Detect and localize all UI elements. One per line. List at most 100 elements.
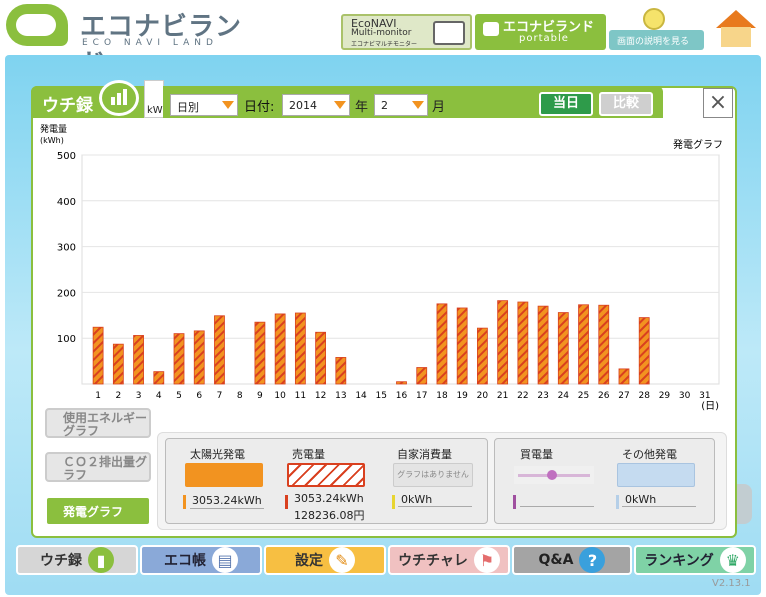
econavi-subtitle: Multi-monitor [351,28,412,38]
y-tick-label: 300 [57,243,76,254]
power-generation-chart: 1 2 3 4 5 6 7 8 9 10 11 12 13 14 15 16 17 18 19 20 21 22 23 24 2… [40,123,723,412]
x-tick-label: 5 [176,391,182,401]
nav-settings-label: 設定 [295,553,323,569]
solar-label: 太陽光発電 [190,448,245,461]
sold-value: 3053.24kWh [294,492,364,505]
nav-qa[interactable]: Q&A? [512,545,632,575]
chart-tab-icon [99,80,139,116]
x-tick-label: 4 [156,391,162,401]
other-generation-swatch [617,463,695,487]
solar-value: 3053.24kWh [192,494,262,507]
solar-marker [183,495,186,509]
co2-graph-button[interactable]: ＣＯ２排出量グラフ [45,452,151,482]
logo-icon [6,4,68,46]
compare-button[interactable]: 比較 [599,92,653,116]
x-tick-label: 9 [257,391,263,401]
nav-uchichare[interactable]: ウチチャレ ⚑ [388,545,510,575]
nav-uchiroku-label: ウチ録 [40,553,82,569]
compare-button-label: 比較 [612,96,639,111]
self-consumption-placeholder: グラフはありません [393,463,473,487]
x-tick-label: 12 [315,391,326,401]
mascot-icon [643,8,665,30]
buy-marker [513,495,516,509]
y-axis-unit: (kWh) [40,136,64,145]
bar [153,371,165,385]
close-icon: × [708,90,728,115]
nav-ecocho[interactable]: エコ帳 ▤ [140,545,262,575]
bar [193,330,205,385]
bar [294,312,306,385]
bar [638,317,650,385]
x-tick-label: 19 [456,391,468,401]
bar [335,357,347,385]
unit-tab-label: kW [147,105,163,116]
bar [578,304,589,385]
x-tick-label: 15 [376,391,387,401]
x-tick-label: 21 [497,391,508,401]
chevron-down-icon [222,101,234,109]
x-tick-label: 26 [598,391,610,401]
bar [416,367,428,385]
bar [133,335,144,385]
year-select[interactable]: 2014 [282,94,350,116]
bar [436,303,448,385]
bar [254,321,266,385]
x-tick-label: 8 [237,391,243,401]
x-tick-label: 13 [335,391,346,401]
self-consumption-marker [392,495,395,509]
econavi-multimonitor-button[interactable]: EcoNAVI Multi-monitor エコナビマルチモニター [341,14,472,50]
version-label: V2.13.1 [712,578,751,589]
solar-underline [190,508,264,509]
x-tick-label: 7 [217,391,223,401]
x-tick-label: 14 [355,391,367,401]
x-tick-label: 10 [274,391,286,401]
crown-icon: ♛ [719,547,746,573]
today-button[interactable]: 当日 [539,92,593,116]
nav-ranking[interactable]: ランキング ♛ [634,545,756,575]
self-consumption-note: グラフはありません [397,470,469,479]
chevron-down-icon [334,101,346,109]
power-graph-button[interactable]: 発電グラフ [45,496,151,526]
x-tick-label: 3 [136,391,142,401]
x-tick-label: 16 [396,391,408,401]
bar [537,305,549,385]
y-axis-label: 発電量 [40,123,67,135]
x-tick-label: 23 [537,391,548,401]
sold-swatch [287,463,365,487]
bar [274,313,286,385]
x-tick-label: 29 [659,391,671,401]
nav-ecocho-label: エコ帳 [164,553,206,569]
month-select[interactable]: 2 [374,94,428,116]
energy-graph-button[interactable]: 使用エネルギーグラフ [45,408,151,438]
flag-icon: ⚑ [473,547,500,573]
nav-qa-label: Q&A [538,552,574,568]
nav-uchiroku[interactable]: ウチ録 ▮ [16,545,138,575]
other-generation-underline [622,506,696,507]
home-button[interactable] [710,10,760,50]
monitor-icon [433,21,465,45]
energy-graph-label: 使用エネルギーグラフ [63,411,148,438]
chart-title: 発電グラフ [673,138,723,151]
self-consumption-value: 0kWh [401,493,433,506]
buy-underline [520,506,594,507]
sold-yen: 128236.08円 [294,509,365,522]
x-tick-label: 27 [618,391,629,401]
nav-settings[interactable]: 設定 ✎ [264,545,386,575]
self-consumption-label: 自家消費量 [397,448,452,461]
year-select-value: 2014 [289,99,317,112]
buy-label: 買電量 [520,448,553,461]
portable-button[interactable]: エコナビランド portable [475,14,606,50]
close-button[interactable]: × [703,88,733,118]
bar [92,326,104,385]
bar [315,331,326,385]
period-select[interactable]: 日別 [170,94,238,116]
year-suffix: 年 [355,100,369,115]
x-tick-label: 28 [638,391,650,401]
y-tick-label: 500 [57,151,76,162]
help-label: 画面の説明を見る [617,37,690,47]
unit-tab[interactable]: kW [144,80,164,118]
x-tick-label: 20 [477,391,489,401]
help-button[interactable]: 画面の説明を見る [609,30,704,50]
sold-marker [285,495,288,509]
co2-graph-label: ＣＯ２排出量グラフ [63,455,148,482]
